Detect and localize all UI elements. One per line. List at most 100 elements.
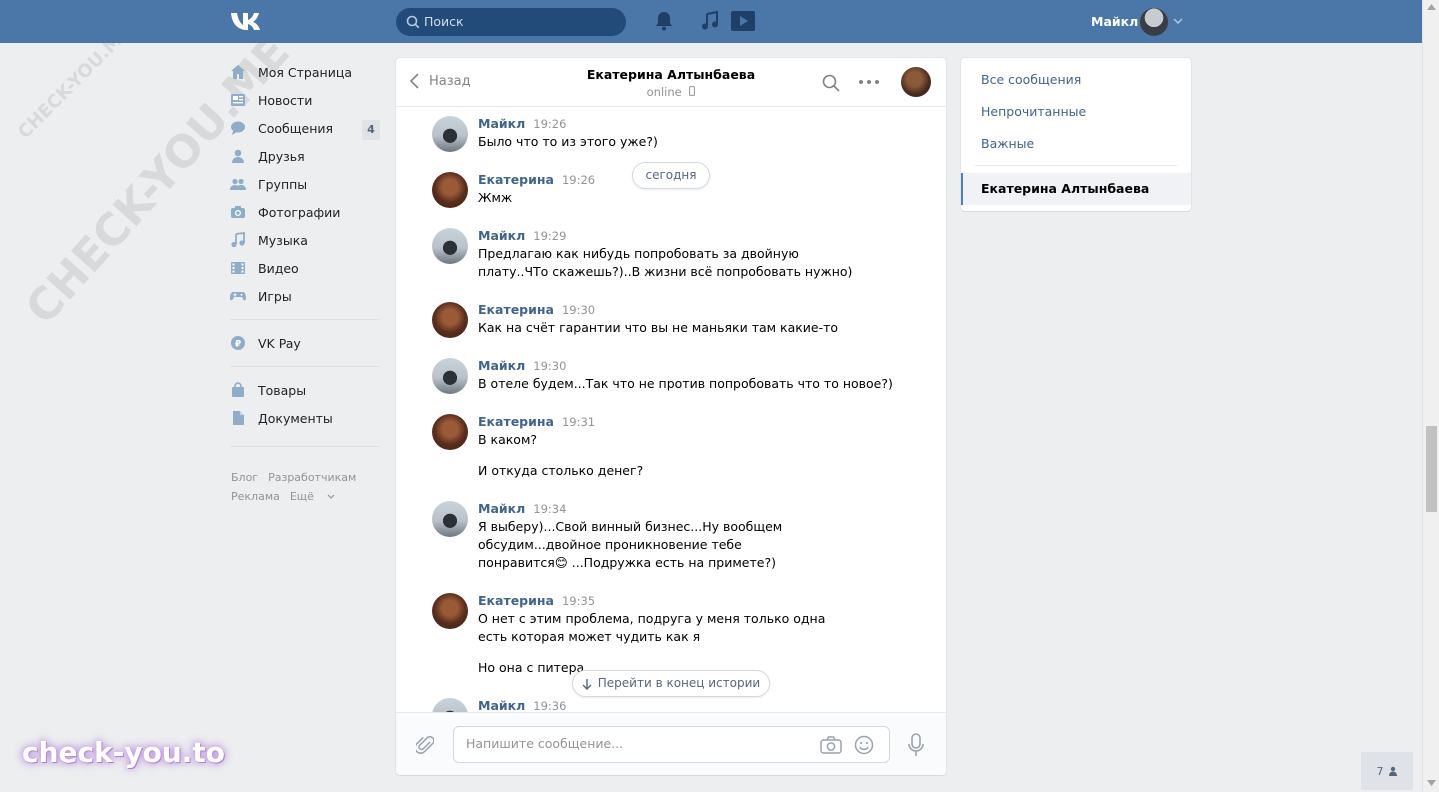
filter-unread[interactable]: Непрочитанные [981,104,1086,119]
menu-divider [230,366,380,367]
chevron-down-icon [328,494,335,499]
avatar[interactable] [432,172,468,208]
menu-item-news[interactable]: Новости [230,86,380,114]
user-name[interactable]: Майкл [1091,14,1138,29]
play-icon[interactable] [731,11,755,31]
avatar[interactable] [432,116,468,152]
message-author[interactable]: Майкл [478,116,525,131]
message-author[interactable]: Майкл [478,228,525,243]
active-dialog-name: Екатерина Алтынбаева [981,181,1150,196]
menu-item-messages[interactable]: Сообщения 4 [230,114,380,142]
groups-icon [230,176,246,192]
menu-item-video[interactable]: Видео [230,254,380,282]
menu-label: VK Pay [258,335,301,351]
menu-label: Друзья [258,148,305,164]
emoji-icon[interactable] [854,735,874,755]
filter-important[interactable]: Важные [981,136,1034,151]
scroll-to-end-button[interactable]: Перейти в конец истории [572,670,770,697]
avatar[interactable] [432,501,468,537]
message-time[interactable]: 19:30 [533,359,566,373]
message-author[interactable]: Екатерина [478,593,554,608]
vk-pay-icon: ₽ [230,335,246,351]
message-time[interactable]: 19:36 [533,699,566,712]
message-text: Предлагаю как нибудь попробовать за двой… [478,246,853,279]
menu-item-goods[interactable]: Товары [230,376,380,404]
message-author[interactable]: Майкл [478,358,525,373]
music-note-icon[interactable] [701,11,719,31]
message-history[interactable]: Майкл 19:26 Было что то из этого уже?) Ек… [396,108,946,712]
menu-divider [230,446,380,447]
message-time[interactable]: 19:30 [562,303,595,317]
message-text: О нет с этим проблема, подруга у меня то… [478,611,826,644]
message-time[interactable]: 19:34 [533,502,566,516]
mobile-phone-icon [689,86,696,96]
menu-item-documents[interactable]: Документы [230,404,380,432]
menu-label: Игры [258,288,292,304]
footer-link-ads[interactable]: Реклама [231,490,280,503]
active-dialog[interactable]: Екатерина Алтынбаева [961,173,1191,205]
user-avatar[interactable] [1140,8,1168,36]
avatar[interactable] [432,358,468,394]
vk-logo-icon[interactable] [230,11,264,31]
menu-item-music[interactable]: Музыка [230,226,380,254]
menu-label: Моя Страница [258,64,352,80]
online-friends-button[interactable]: 7 [1361,752,1413,790]
paperclip-icon[interactable] [416,735,434,755]
message-text: И откуда столько денег? [478,463,644,478]
menu-label: Группы [258,176,308,192]
menu-item-groups[interactable]: Группы [230,170,380,198]
bell-icon[interactable] [655,11,673,31]
menu-item-photos[interactable]: Фотографии [230,198,380,226]
peer-avatar[interactable] [901,67,931,97]
message-text: Было что то из этого уже?) [478,134,658,149]
message-time[interactable]: 19:26 [533,117,566,131]
message-text: В каком? [478,432,538,447]
message-author[interactable]: Майкл [478,698,525,712]
arrow-down-icon [582,678,592,690]
filter-all-messages[interactable]: Все сообщения [981,72,1081,87]
scroll-to-end-label: Перейти в конец истории [597,676,761,690]
svg-text:₽: ₽ [235,340,241,350]
more-icon[interactable] [859,80,879,84]
avatar[interactable] [432,228,468,264]
message-time[interactable]: 19:35 [562,594,595,608]
message-input[interactable] [466,736,796,751]
scrollbar-thumb[interactable] [1426,426,1437,512]
chevron-down-icon[interactable] [1173,18,1183,25]
message-author[interactable]: Екатерина [478,172,554,187]
message-author[interactable]: Екатерина [478,414,554,429]
scroll-up-icon[interactable] [1427,4,1436,10]
search-icon [406,15,420,29]
menu-item-vk-pay[interactable]: ₽ VK Pay [230,329,380,357]
person-icon [1388,766,1397,776]
avatar[interactable] [432,302,468,338]
message-time[interactable]: 19:31 [562,415,595,429]
avatar[interactable] [432,698,468,712]
date-separator: сегодня [632,162,710,189]
avatar[interactable] [432,414,468,450]
message-time[interactable]: 19:26 [562,173,595,187]
message-text: Я выберу)...Свой винный бизнес...Ну вооб… [478,519,783,570]
top-bar: Поиск Майкл [0,0,1422,43]
footer-link-developers[interactable]: Разработчикам [268,471,356,484]
footer-link-blog[interactable]: Блог [231,471,258,484]
message-text: В отеле будем...Так что не против попроб… [478,376,893,391]
chat-panel: Назад Екатерина Алтынбаева online Майкл 1… [396,58,946,775]
search-box[interactable]: Поиск [396,8,626,36]
avatar[interactable] [432,593,468,629]
microphone-icon[interactable] [908,733,924,757]
bag-icon [230,382,246,398]
menu-divider [230,319,380,320]
message-time[interactable]: 19:29 [533,229,566,243]
message-input-box[interactable] [453,726,890,763]
page-scrollbar[interactable] [1422,0,1439,792]
menu-item-games[interactable]: Игры [230,282,380,310]
message-author[interactable]: Майкл [478,501,525,516]
menu-item-my-page[interactable]: Моя Страница [230,58,380,86]
menu-item-friends[interactable]: Друзья [230,142,380,170]
camera-icon[interactable] [820,735,842,755]
message-author[interactable]: Екатерина [478,302,554,317]
search-icon[interactable] [822,74,840,92]
footer-link-more[interactable]: Ещё [290,490,336,503]
scroll-down-icon[interactable] [1427,780,1436,786]
